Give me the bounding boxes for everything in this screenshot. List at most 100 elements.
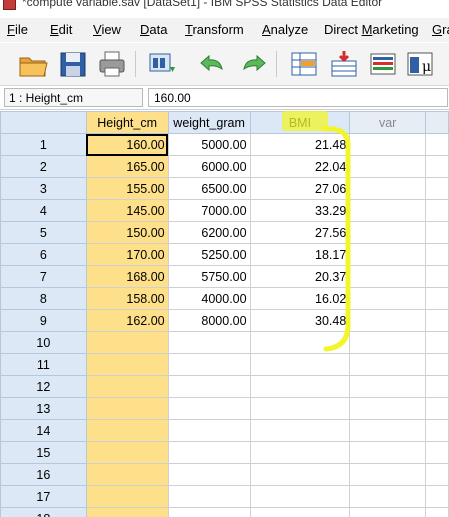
cell-extra[interactable]	[425, 177, 449, 200]
row-number[interactable]: 10	[0, 331, 87, 354]
cell-weight[interactable]	[167, 419, 251, 442]
goto-case-icon[interactable]	[289, 49, 319, 79]
cell-height[interactable]	[85, 441, 169, 464]
cell-var[interactable]	[349, 441, 427, 464]
cell-height[interactable]: 165.00	[85, 155, 169, 178]
cell-height[interactable]	[85, 507, 169, 517]
cell-height[interactable]: 162.00	[85, 309, 169, 332]
menu-transform[interactable]: Transform	[185, 22, 244, 37]
cell-var[interactable]	[349, 133, 427, 156]
cell-height[interactable]: 155.00	[85, 177, 169, 200]
cell-var[interactable]	[349, 155, 427, 178]
row-number[interactable]: 15	[0, 441, 87, 464]
row-number[interactable]: 12	[0, 375, 87, 398]
cell-weight[interactable]	[167, 397, 251, 420]
cell-var[interactable]	[349, 221, 427, 244]
cell-height[interactable]: 168.00	[85, 265, 169, 288]
cell-height[interactable]	[85, 331, 169, 354]
cell-var[interactable]	[349, 485, 427, 508]
cell-weight[interactable]: 6200.00	[167, 221, 251, 244]
cell-var[interactable]	[349, 507, 427, 517]
cell-var[interactable]	[349, 397, 427, 420]
row-number[interactable]: 7	[0, 265, 87, 288]
cell-height[interactable]	[85, 397, 169, 420]
cell-height[interactable]	[85, 353, 169, 376]
cell-extra[interactable]	[425, 155, 449, 178]
cell-weight[interactable]	[167, 463, 251, 486]
cell-extra[interactable]	[425, 243, 449, 266]
menu-graphs[interactable]: Gra	[432, 22, 449, 37]
row-number[interactable]: 8	[0, 287, 87, 310]
cell-var[interactable]	[349, 199, 427, 222]
cell-height[interactable]	[85, 485, 169, 508]
column-header-height[interactable]: Height_cm	[85, 111, 169, 134]
cell-bmi[interactable]	[249, 507, 351, 517]
corner-cell[interactable]	[0, 111, 87, 134]
cell-bmi[interactable]	[249, 375, 351, 398]
cell-extra[interactable]	[425, 331, 449, 354]
cell-weight[interactable]	[167, 485, 251, 508]
open-folder-icon[interactable]	[18, 49, 48, 79]
cell-var[interactable]	[349, 375, 427, 398]
cell-height[interactable]	[85, 375, 169, 398]
cell-bmi[interactable]	[249, 397, 351, 420]
cell-weight[interactable]: 6500.00	[167, 177, 251, 200]
descriptive-stats-icon[interactable]: μ	[405, 49, 435, 79]
print-icon[interactable]	[97, 49, 127, 79]
cell-var[interactable]	[349, 463, 427, 486]
cell-weight[interactable]: 8000.00	[167, 309, 251, 332]
row-number[interactable]: 4	[0, 199, 87, 222]
cell-extra[interactable]	[425, 287, 449, 310]
row-number[interactable]: 13	[0, 397, 87, 420]
column-header-var[interactable]: var	[349, 111, 427, 134]
menu-view[interactable]: View	[93, 22, 121, 37]
cell-var[interactable]	[349, 331, 427, 354]
cell-extra[interactable]	[425, 485, 449, 508]
menu-data[interactable]: Data	[140, 22, 167, 37]
row-number[interactable]: 5	[0, 221, 87, 244]
cell-weight[interactable]: 4000.00	[167, 287, 251, 310]
row-number[interactable]: 18	[0, 507, 87, 517]
column-header-weight[interactable]: weight_gram	[167, 111, 251, 134]
cell-height[interactable]: 170.00	[85, 243, 169, 266]
row-number[interactable]: 16	[0, 463, 87, 486]
cell-height[interactable]	[85, 419, 169, 442]
variables-icon[interactable]	[368, 49, 398, 79]
cell-bmi[interactable]	[249, 463, 351, 486]
menu-edit[interactable]: Edit	[50, 22, 72, 37]
cell-extra[interactable]	[425, 463, 449, 486]
row-number[interactable]: 2	[0, 155, 87, 178]
cell-extra[interactable]	[425, 265, 449, 288]
cell-weight[interactable]	[167, 353, 251, 376]
cell-weight[interactable]	[167, 441, 251, 464]
goto-variable-icon[interactable]	[329, 49, 359, 79]
cell-var[interactable]	[349, 287, 427, 310]
menu-direct-marketing[interactable]: Direct Marketing	[324, 22, 419, 37]
cell-weight[interactable]	[167, 375, 251, 398]
row-number[interactable]: 14	[0, 419, 87, 442]
menu-analyze[interactable]: Analyze	[262, 22, 308, 37]
menu-file[interactable]: File	[7, 22, 28, 37]
cell-value-input[interactable]: 160.00	[148, 88, 448, 107]
cell-bmi[interactable]	[249, 353, 351, 376]
cell-height[interactable]: 150.00	[85, 221, 169, 244]
save-icon[interactable]	[58, 49, 88, 79]
cell-var[interactable]	[349, 265, 427, 288]
row-number[interactable]: 9	[0, 309, 87, 332]
redo-icon[interactable]	[238, 49, 268, 79]
row-number[interactable]: 1	[0, 133, 87, 156]
cell-bmi[interactable]	[249, 441, 351, 464]
cell-var[interactable]	[349, 353, 427, 376]
cell-weight[interactable]: 7000.00	[167, 199, 251, 222]
dialog-recall-icon[interactable]	[148, 49, 178, 79]
cell-weight[interactable]	[167, 331, 251, 354]
cell-var[interactable]	[349, 419, 427, 442]
cell-weight[interactable]: 6000.00	[167, 155, 251, 178]
undo-icon[interactable]	[198, 49, 228, 79]
cell-weight[interactable]: 5000.00	[167, 133, 251, 156]
cell-extra[interactable]	[425, 419, 449, 442]
cell-extra[interactable]	[425, 441, 449, 464]
cell-extra[interactable]	[425, 353, 449, 376]
cell-extra[interactable]	[425, 221, 449, 244]
cell-height[interactable]: 160.00	[85, 133, 169, 156]
